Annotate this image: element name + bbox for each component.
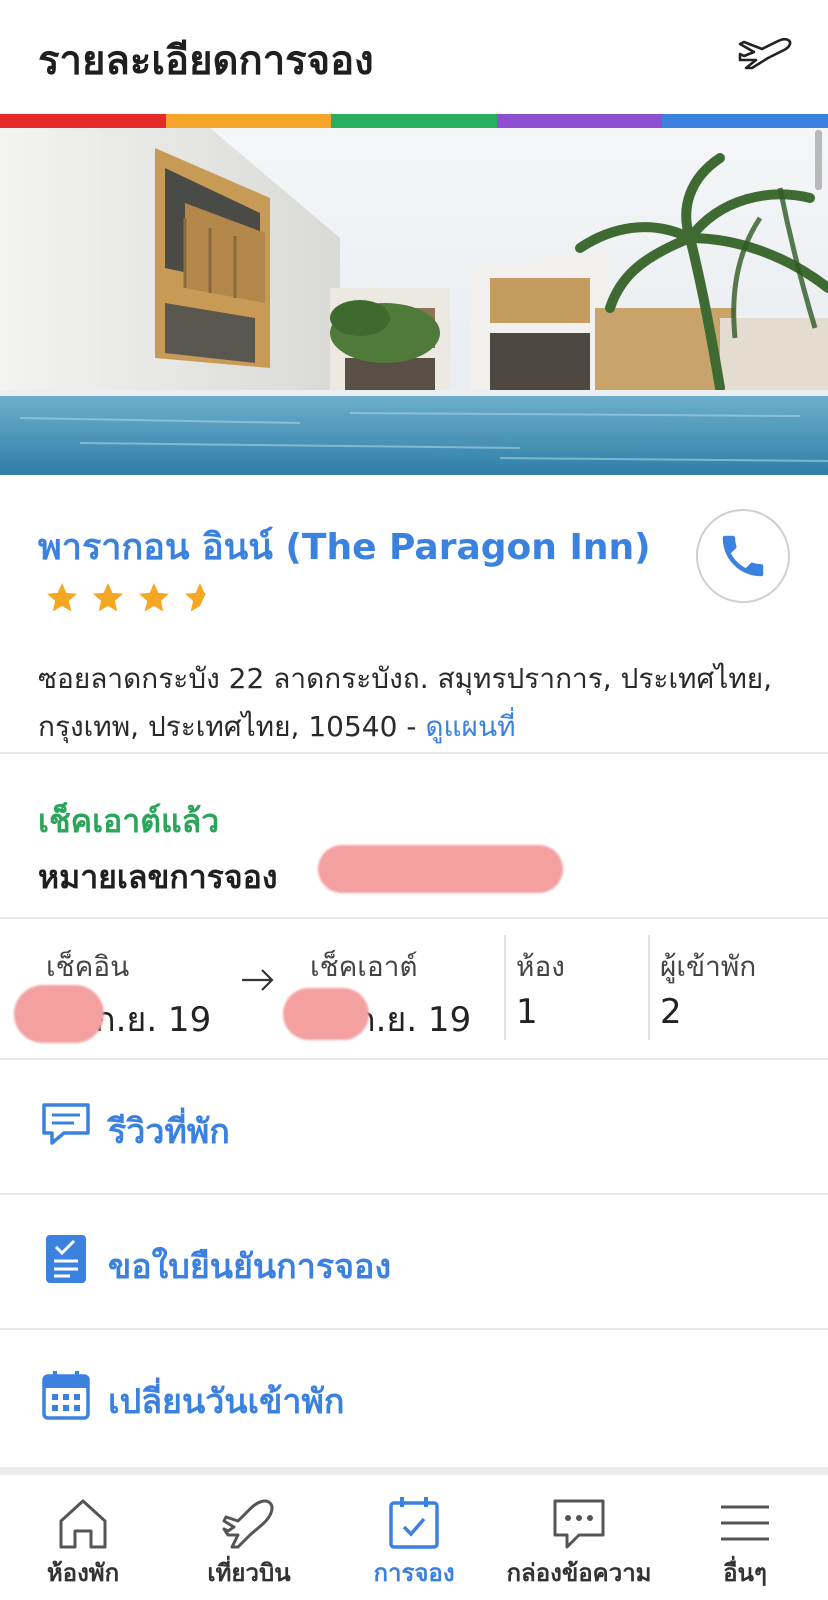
star-icon [93, 583, 123, 612]
bottom-tab-bar: ห้องพัก เที่ยวบิน การจอง กล่องข้อความ อื… [0, 1475, 828, 1600]
checkout-label: เช็คเอาต์ [310, 950, 418, 983]
hotel-photo[interactable] [0, 128, 828, 475]
calendar-check-icon [389, 1497, 439, 1549]
tab-rooms[interactable]: ห้องพัก [0, 1475, 166, 1600]
tab-more-label: อื่นๆ [723, 1559, 767, 1587]
star-icon [47, 583, 77, 612]
stripe-purple [496, 114, 663, 128]
brand-stripes [0, 114, 828, 128]
scrollbar[interactable] [815, 130, 822, 190]
hotel-address: ซอยลาดกระบัง 22 ลาดกระบังถ. สมุทรปราการ,… [38, 655, 798, 751]
home-icon [59, 1499, 107, 1549]
stripe-blue [662, 114, 828, 128]
rooms-label: ห้อง [516, 950, 565, 983]
view-map-link[interactable]: ดูแผนที่ [425, 710, 515, 743]
guests-label: ผู้เข้าพัก [660, 950, 757, 983]
message-icon [553, 1499, 605, 1549]
checkin-label: เช็คอิน [46, 950, 130, 983]
page-title: รายละเอียดการจอง [38, 38, 374, 84]
tab-flights[interactable]: เที่ยวบิน [166, 1475, 332, 1600]
calendar-icon [42, 1371, 90, 1420]
review-hotel-row[interactable]: รีวิวที่พัก [0, 1058, 828, 1192]
tab-rooms-label: ห้องพัก [46, 1559, 120, 1587]
chat-bubble-icon [42, 1103, 90, 1145]
arrow-right-icon [242, 969, 274, 991]
column-separator [648, 935, 650, 1040]
booking-number-label: หมายเลขการจอง [38, 858, 278, 896]
plane-icon[interactable] [736, 30, 794, 70]
phone-icon [722, 535, 764, 577]
request-confirmation-row[interactable]: ขอใบยืนยันการจอง [0, 1193, 828, 1327]
checkin-value: ก.ย. 19 [95, 1000, 212, 1040]
plane-icon [222, 1499, 274, 1549]
document-check-icon [46, 1235, 86, 1283]
checkout-value: ก.ย. 19 [355, 1000, 472, 1040]
stripe-red [0, 114, 166, 128]
hotel-name[interactable]: พารากอน อินน์ (The Paragon Inn) [38, 518, 651, 575]
request-confirmation-label: ขอใบยืนยันการจอง [108, 1247, 392, 1287]
tab-inbox-label: กล่องข้อความ [506, 1559, 652, 1587]
change-dates-label: เปลี่ยนวันเข้าพัก [108, 1382, 345, 1422]
tab-bookings-label: การจอง [373, 1559, 455, 1587]
column-separator [504, 935, 506, 1040]
guests-value: 2 [660, 992, 682, 1032]
tabbar-shadow [0, 1467, 828, 1475]
star-icon [139, 583, 169, 612]
stripe-green [331, 114, 497, 128]
change-dates-row[interactable]: เปลี่ยนวันเข้าพัก [0, 1328, 828, 1462]
redacted-booking-number [318, 845, 563, 893]
rooms-value: 1 [516, 992, 538, 1032]
tab-flights-label: เที่ยวบิน [207, 1559, 291, 1587]
half-star-icon [185, 583, 206, 612]
redacted-checkin-day [14, 985, 104, 1043]
tab-more[interactable]: อื่นๆ [662, 1475, 828, 1600]
call-button[interactable] [696, 509, 790, 603]
redacted-checkout-day [283, 988, 369, 1040]
menu-icon [721, 1505, 769, 1541]
star-rating [44, 580, 218, 616]
stripe-orange [165, 114, 332, 128]
booking-status: เช็คเอาต์แล้ว [38, 802, 220, 840]
divider [0, 917, 828, 919]
app-header: รายละเอียดการจอง [0, 0, 828, 114]
review-hotel-label: รีวิวที่พัก [108, 1112, 230, 1152]
divider [0, 752, 828, 754]
address-text: ซอยลาดกระบัง 22 ลาดกระบังถ. สมุทรปราการ,… [38, 662, 773, 743]
tab-bookings[interactable]: การจอง [332, 1475, 496, 1600]
tab-inbox[interactable]: กล่องข้อความ [496, 1475, 662, 1600]
